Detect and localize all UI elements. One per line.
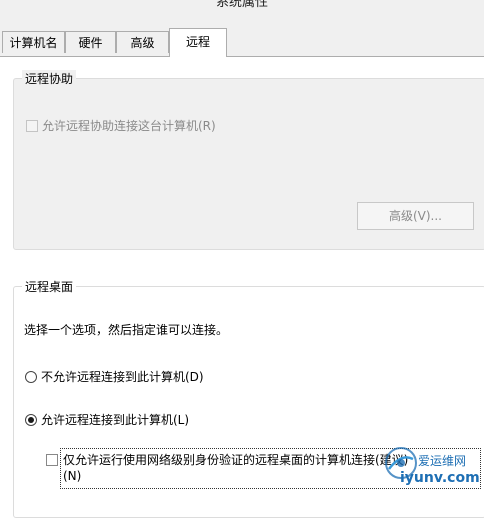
title-bar: 系统属性 xyxy=(0,0,484,28)
allow-remote-radio[interactable] xyxy=(25,414,37,426)
deny-remote-label: 不允许远程连接到此计算机(D) xyxy=(41,370,204,384)
tab-remote[interactable]: 远程 xyxy=(169,28,227,57)
allow-remote-assistance-label: 允许远程协助连接这台计算机(R) xyxy=(42,119,216,133)
nla-only-label-line2: (N) xyxy=(63,469,82,483)
nla-only-label-line1: 仅允许运行使用网络级别身份验证的远程桌面的计算机连接(建议) xyxy=(63,453,409,467)
nla-only-checkbox[interactable] xyxy=(46,454,58,466)
remote-assistance-legend: 远程协助 xyxy=(22,70,77,87)
tab-advanced[interactable]: 高级 xyxy=(116,31,169,53)
remote-tab-panel: 远程协助 允许远程协助连接这台计算机(R) 高级(V)... 远程桌面 选择一个… xyxy=(0,56,484,518)
deny-remote-radio[interactable] xyxy=(25,371,37,383)
remote-desktop-legend: 远程桌面 xyxy=(22,278,77,295)
window-title: 系统属性 xyxy=(215,0,268,10)
allow-remote-assistance-option[interactable]: 允许远程协助连接这台计算机(R) xyxy=(26,117,216,134)
allow-remote-label: 允许远程连接到此计算机(L) xyxy=(41,413,190,427)
remote-assistance-group: 远程协助 允许远程协助连接这台计算机(R) 高级(V)... xyxy=(13,70,484,250)
watermark-text-cn: 爱运维网 xyxy=(418,454,467,468)
tab-hardware[interactable]: 硬件 xyxy=(65,31,116,53)
allow-remote-assistance-checkbox[interactable] xyxy=(26,120,38,132)
radio-option-allow[interactable]: 允许远程连接到此计算机(L) xyxy=(25,411,189,428)
watermark-text-url: iyunv.com xyxy=(400,470,480,486)
remote-desktop-instruction: 选择一个选项，然后指定谁可以连接。 xyxy=(24,323,229,337)
tab-strip: 计算机名 硬件 高级 远程 xyxy=(0,28,484,57)
tab-computer-name[interactable]: 计算机名 xyxy=(2,31,65,53)
radio-option-deny[interactable]: 不允许远程连接到此计算机(D) xyxy=(25,368,204,385)
advanced-button[interactable]: 高级(V)... xyxy=(357,202,474,230)
